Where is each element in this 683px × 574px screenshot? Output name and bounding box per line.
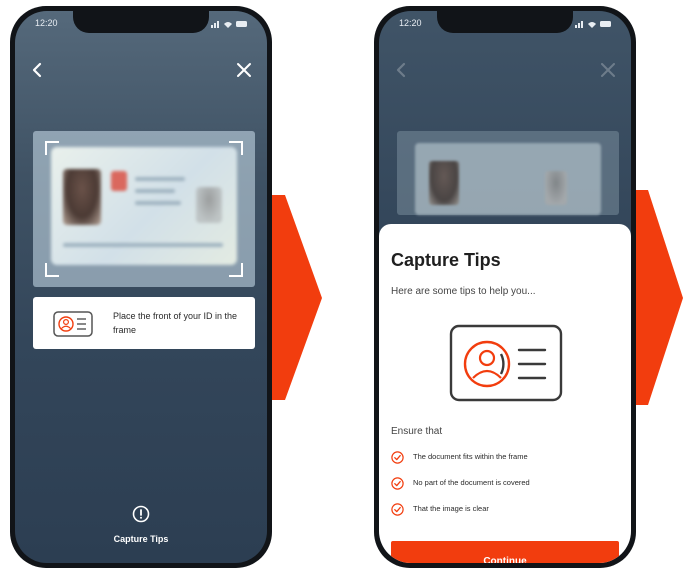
- instruction-card: Place the front of your ID in the frame: [33, 297, 255, 349]
- id-card-icon: [449, 324, 563, 402]
- tips-screen: 12:20 Capture Tips Here are some tips to…: [379, 11, 631, 563]
- id-card-flag: [111, 171, 127, 191]
- frame-corner: [229, 141, 243, 155]
- status-icons: [211, 21, 247, 28]
- instruction-text: Place the front of your ID in the frame: [113, 311, 238, 335]
- tip-item: No part of the document is covered: [391, 477, 621, 491]
- chevron-left-icon: [396, 62, 406, 78]
- check-circle-icon: [391, 503, 404, 516]
- id-card-preview: [51, 147, 237, 265]
- status-icons: [575, 21, 611, 28]
- background-capture-frame: [397, 131, 619, 215]
- ensure-label: Ensure that: [391, 426, 443, 437]
- capture-tips-label: Capture Tips: [113, 534, 169, 544]
- background-id-card: [415, 143, 601, 215]
- close-icon[interactable]: [235, 61, 253, 79]
- frame-corner: [45, 263, 59, 277]
- status-time: 12:20: [35, 18, 58, 28]
- close-icon: [601, 63, 615, 77]
- check-circle-icon: [391, 451, 404, 464]
- sheet-subtitle: Here are some tips to help you...: [391, 286, 536, 297]
- tip-text: No part of the document is covered: [413, 478, 530, 487]
- chevron-left-icon[interactable]: [29, 61, 45, 79]
- continue-button[interactable]: Continue: [391, 541, 619, 563]
- tip-item: The document fits within the frame: [391, 451, 621, 465]
- check-circle-icon: [391, 477, 404, 490]
- id-card-line: [135, 189, 175, 193]
- phone-notch: [437, 11, 573, 33]
- info-icon: [132, 505, 150, 523]
- background-id-ghost: [545, 171, 567, 205]
- id-card-ghost-photo: [196, 187, 222, 223]
- capture-tips-sheet: Capture Tips Here are some tips to help …: [379, 224, 631, 563]
- id-card-line: [135, 177, 185, 181]
- sheet-title: Capture Tips: [391, 250, 501, 270]
- id-card-line: [135, 201, 181, 205]
- phone-capture-screen: 12:20 Place the front of your ID in the …: [10, 6, 272, 568]
- id-card-line: [63, 243, 223, 247]
- phone-notch: [73, 11, 209, 33]
- id-card-icon: [53, 311, 93, 337]
- capture-tips-button[interactable]: Capture Tips: [96, 505, 186, 547]
- phone-tips-screen: 12:20 Capture Tips Here are some tips to…: [374, 6, 636, 568]
- tip-item: That the image is clear: [391, 503, 621, 517]
- capture-screen: 12:20 Place the front of your ID in the …: [15, 11, 267, 563]
- id-card-photo: [63, 169, 101, 225]
- status-time: 12:20: [399, 18, 422, 28]
- capture-frame: [33, 131, 255, 287]
- frame-corner: [45, 141, 59, 155]
- tip-text: The document fits within the frame: [413, 452, 528, 461]
- frame-corner: [229, 263, 243, 277]
- background-id-photo: [429, 161, 459, 205]
- tip-text: That the image is clear: [413, 504, 489, 513]
